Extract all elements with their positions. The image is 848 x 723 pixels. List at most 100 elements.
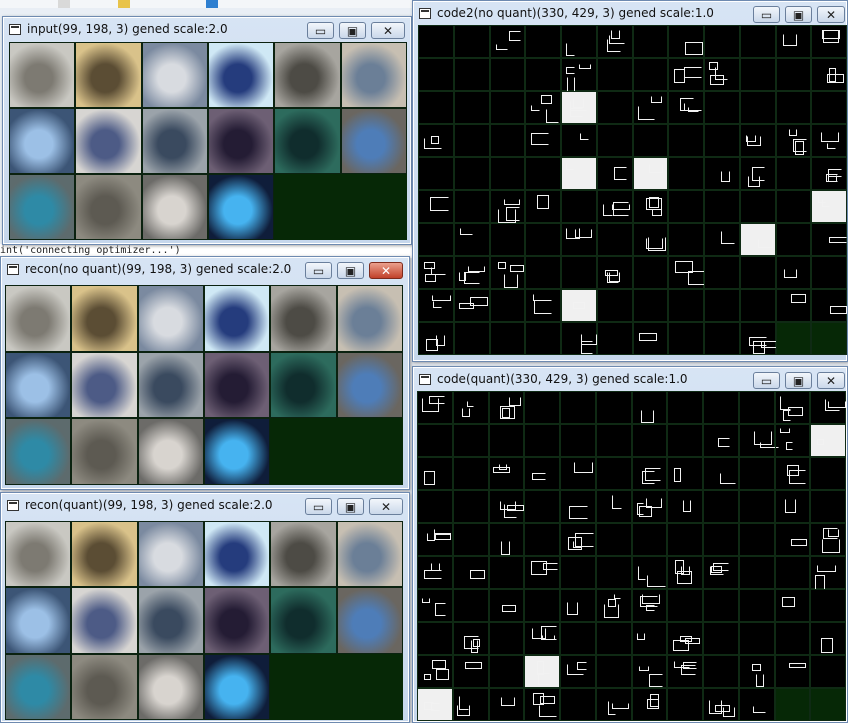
thumbnail-bird-blue [336,587,403,654]
edge-stroke [709,75,724,85]
code-cell [595,424,632,457]
recon-quant-titlebar[interactable]: recon(quant)(99, 198, 3) gened scale:2.0… [1,493,409,519]
maximize-button[interactable]: ▣ [337,262,364,279]
edge-stroke [430,197,449,211]
window-title: code2(no quant)(330, 429, 3) gened scale… [437,6,714,20]
edge-stroke [536,194,550,209]
code-cell [738,490,775,523]
close-button[interactable]: ✕ [371,22,405,39]
minimize-button[interactable]: ▭ [753,372,780,389]
edge-stroke [784,499,797,514]
code-cell [452,655,489,688]
minimize-button[interactable]: ▭ [305,262,332,279]
code-cell [489,289,526,322]
code-cell [596,289,633,322]
code-cell [560,688,596,721]
edge-stroke [638,665,650,672]
code-cell [452,391,489,424]
code-cell [452,589,489,622]
code-cell [774,622,811,655]
code-cell [668,91,704,124]
edge-stroke [711,566,723,574]
edge-stroke [649,673,664,688]
code-cell [525,58,561,91]
code-cell [417,655,453,688]
code-cell [811,91,847,124]
code-cell [452,622,489,655]
code-cell [631,589,668,622]
edge-stroke [648,237,667,252]
code-cell [560,622,596,655]
code-cell [524,556,560,589]
edge-stroke [459,303,474,309]
folder-icon[interactable] [118,0,130,8]
edge-stroke [826,143,837,149]
minimize-button[interactable]: ▭ [753,6,780,23]
edge-stroke [817,195,827,203]
code-cell [525,190,561,223]
thumbnail-horse-green [274,108,341,174]
code-cell [667,391,703,424]
code-cell [739,289,776,322]
code-cell [703,391,739,424]
edge-stroke [682,662,698,670]
maximize-button[interactable]: ▣ [785,6,812,23]
maximize-button[interactable]: ▣ [339,22,366,39]
edge-stroke [789,662,806,669]
edge-stroke [423,470,435,486]
code-cell [810,490,846,523]
edge-stroke [500,697,515,707]
code-cell [703,655,739,688]
thumbnail-horse-sky [204,285,271,352]
minimize-button[interactable]: ▭ [307,22,334,39]
edge-stroke [425,273,437,283]
app-shortcut-icon[interactable] [206,0,218,8]
code-cell [561,124,597,157]
code-cell [631,688,668,721]
close-button[interactable]: ✕ [817,372,845,389]
code-cell [667,523,703,556]
close-button[interactable]: ✕ [369,262,403,279]
edge-stroke [793,138,807,153]
edge-stroke [651,95,663,103]
edge-stroke [638,333,658,342]
code-cell [775,124,812,157]
code-cell [560,589,596,622]
edge-stroke [719,472,736,484]
edge-stroke [684,638,700,645]
edge-stroke [684,41,703,55]
code-cell [810,622,846,655]
edge-stroke [539,705,557,717]
thumbnail-police-car [75,108,142,174]
recon-no-quant-titlebar[interactable]: recon(no quant)(99, 198, 3) gened scale:… [1,257,409,283]
code-cell [595,655,632,688]
code-cell [596,256,633,289]
maximize-button[interactable]: ▣ [337,498,364,515]
code-canvas [417,391,846,721]
code-cell [524,391,560,424]
edge-stroke [612,702,629,710]
close-button[interactable]: ✕ [817,6,845,23]
edge-stroke [652,208,663,217]
code-cell [561,322,598,355]
edge-stroke [645,197,662,210]
edge-stroke [613,593,622,599]
close-button[interactable]: ✕ [369,498,403,515]
code-cell [417,424,453,457]
code-cell [810,457,846,490]
thumbnail-dump-truck [71,653,138,720]
code-cell [631,622,668,655]
code-cell [704,124,740,157]
thumbnail-dump-truck [75,174,142,240]
edge-stroke [757,238,774,248]
maximize-button[interactable]: ▣ [785,372,812,389]
file-icon[interactable] [58,0,70,8]
minimize-button[interactable]: ▭ [305,498,332,515]
code-cell [489,322,526,355]
code-cell [703,490,739,523]
code-quant-titlebar[interactable]: code(quant)(330, 429, 3) gened scale:1.0… [413,367,847,393]
code-cell [417,457,453,490]
input-titlebar[interactable]: input(99, 198, 3) gened scale:2.0 ▭ ▣ ✕ [3,17,411,43]
edge-stroke [578,63,592,69]
code2-titlebar[interactable]: code2(no quant)(330, 429, 3) gened scale… [413,1,847,27]
